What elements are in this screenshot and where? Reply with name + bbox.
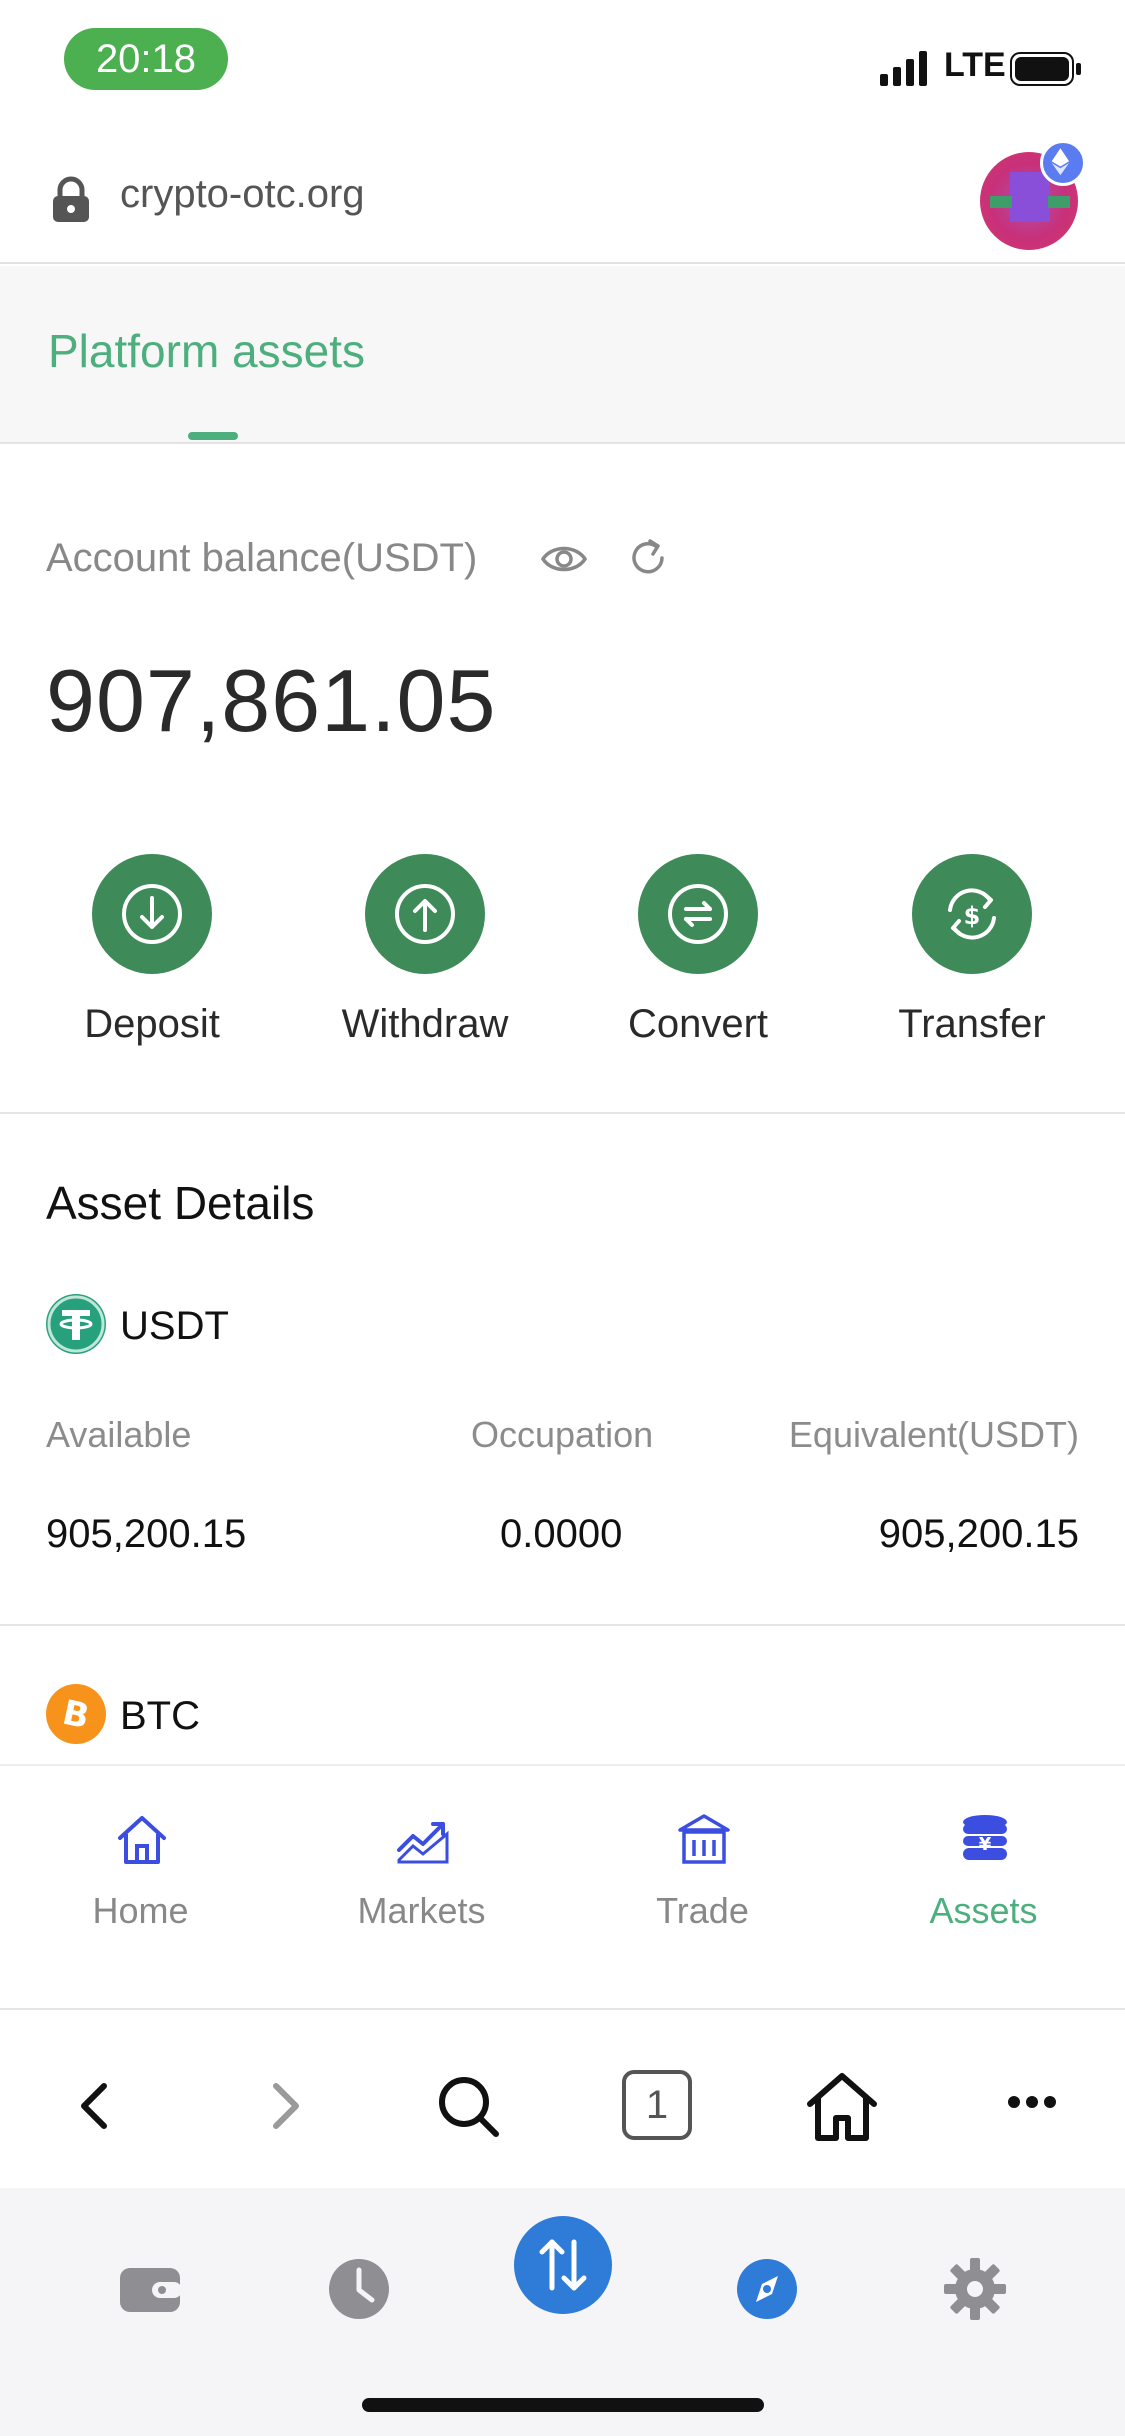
status-time: 20:18 — [64, 28, 228, 90]
nav-markets-label: Markets — [357, 1890, 486, 1931]
usdt-equivalent: 905,200.15 — [878, 1512, 1079, 1556]
bottom-nav: Home Markets Trade ¥ Assets — [0, 1764, 1125, 2008]
chart-icon — [397, 1822, 449, 1864]
nav-assets-label: Assets — [929, 1890, 1038, 1931]
deposit-label: Deposit — [84, 1002, 220, 1046]
convert-icon — [668, 884, 728, 944]
tab-header: Platform assets — [0, 266, 1125, 444]
column-equivalent: Equivalent(USDT) — [788, 1414, 1079, 1455]
home-icon[interactable] — [802, 2066, 882, 2146]
settings-icon[interactable] — [940, 2254, 1010, 2324]
browser-toolbar: 1 — [0, 2008, 1125, 2188]
btc-icon: B — [46, 1684, 106, 1744]
convert-button[interactable]: Convert — [578, 850, 818, 1050]
home-indicator — [362, 2398, 764, 2412]
deposit-button[interactable]: Deposit — [32, 850, 272, 1050]
asset-details-title: Asset Details — [46, 1177, 315, 1229]
forward-icon[interactable] — [244, 2066, 324, 2146]
nav-trade[interactable]: Trade — [562, 1766, 843, 1966]
transfer-icon: $ — [948, 888, 996, 940]
transfer-label: Transfer — [898, 1002, 1046, 1046]
url-text[interactable]: crypto-otc.org — [120, 172, 365, 217]
action-row: Deposit Withdraw Convert $ Transfer — [0, 850, 1125, 1050]
url-bar[interactable]: crypto-otc.org — [0, 130, 1125, 264]
network-type: LTE — [944, 46, 1006, 84]
coin-name: BTC — [120, 1694, 200, 1738]
ethereum-icon — [1040, 140, 1086, 186]
column-occupation: Occupation — [471, 1414, 654, 1455]
signal-icon — [880, 51, 927, 86]
tabs-button[interactable]: 1 — [622, 2070, 692, 2140]
svg-text:¥: ¥ — [979, 1834, 992, 1855]
svg-text:B: B — [59, 1693, 93, 1738]
asset-row-usdt[interactable]: USDT — [46, 1294, 446, 1356]
battery-icon — [1010, 52, 1081, 86]
column-available: Available — [46, 1414, 192, 1455]
nav-trade-label: Trade — [656, 1890, 749, 1931]
balance-label: Account balance(USDT) — [46, 536, 478, 580]
nav-assets[interactable]: ¥ Assets — [843, 1766, 1124, 1966]
bank-icon — [678, 1814, 730, 1864]
lock-icon — [53, 176, 89, 222]
status-bar: 20:18 LTE — [0, 0, 1125, 130]
balance-value: 907,861.05 — [46, 651, 497, 750]
app-root: 20:18 LTE crypto-otc.org Platform assets… — [0, 0, 1125, 2436]
more-icon[interactable] — [992, 2066, 1072, 2146]
usdt-icon — [46, 1294, 106, 1354]
tab-platform-assets[interactable]: Platform assets — [48, 324, 365, 378]
withdraw-button[interactable]: Withdraw — [305, 850, 545, 1050]
browser-compass-icon[interactable] — [732, 2254, 802, 2324]
svg-text:$: $ — [964, 902, 981, 930]
nav-markets[interactable]: Markets — [281, 1766, 562, 1966]
usdt-occupation: 0.0000 — [500, 1512, 623, 1556]
convert-label: Convert — [627, 1002, 769, 1046]
nav-home-label: Home — [92, 1890, 189, 1931]
back-icon[interactable] — [56, 2066, 136, 2146]
wallet-icon[interactable] — [116, 2254, 186, 2324]
upload-icon — [395, 884, 455, 944]
divider — [0, 1624, 1125, 1626]
coins-icon: ¥ — [963, 1815, 1007, 1860]
asset-row-btc[interactable]: B BTC — [46, 1684, 446, 1746]
transfer-button[interactable]: $ Transfer — [852, 850, 1092, 1050]
eye-icon[interactable] — [540, 538, 588, 580]
refresh-icon[interactable] — [626, 536, 670, 580]
nav-home[interactable]: Home — [0, 1766, 281, 1966]
coin-name: USDT — [120, 1304, 229, 1348]
home-icon — [118, 1816, 166, 1864]
search-icon[interactable] — [428, 2066, 508, 2146]
swap-button[interactable] — [514, 2216, 612, 2314]
withdraw-label: Withdraw — [341, 1002, 509, 1046]
usdt-available: 905,200.15 — [46, 1512, 247, 1556]
tab-active-indicator — [188, 432, 238, 440]
divider — [0, 1112, 1125, 1114]
download-icon — [122, 884, 182, 944]
swap-icon — [539, 2239, 587, 2291]
history-icon[interactable] — [324, 2254, 394, 2324]
